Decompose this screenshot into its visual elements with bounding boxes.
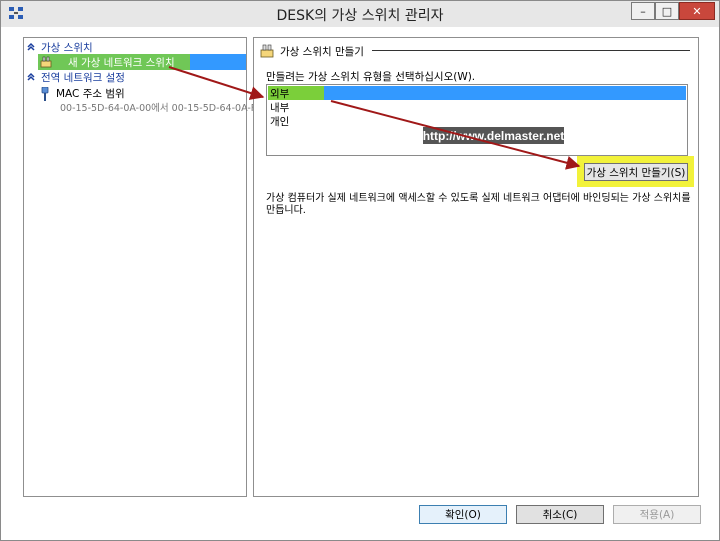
tree-item-new-virtual-switch[interactable]: 새 가상 네트워크 스위치	[38, 54, 246, 70]
option-label: 내부	[270, 101, 290, 114]
section-global-network-settings[interactable]: 전역 네트워크 설정	[26, 70, 125, 84]
navigation-tree[interactable]: 가상 스위치 새 가상 네트워크 스위치 전역 네트워크 설정 MAC 주소 범…	[23, 37, 262, 497]
maximize-button[interactable]: □	[655, 2, 679, 20]
section-label: 가상 스위치	[41, 41, 93, 54]
virtual-switch-manager-window: DESK의 가상 스위치 관리자 – □ ✕ 가상 스위치 새 가상 네트워크 …	[0, 0, 720, 541]
group-title: 가상 스위치 만들기	[280, 45, 364, 58]
ok-button[interactable]: 확인(O)	[419, 505, 507, 524]
chevron-up-icon	[27, 42, 35, 51]
network-switch-icon	[40, 56, 52, 68]
close-button[interactable]: ✕	[679, 2, 715, 20]
mac-address-range-value: 00-15-5D-64-0A-00에서 00-15-5D-64-0A-FF	[60, 103, 262, 114]
watermark: http://www.delmaster.net	[422, 127, 565, 144]
group-divider	[372, 50, 690, 51]
window-title: DESK의 가상 스위치 관리자	[276, 8, 444, 24]
chevron-up-icon	[27, 72, 35, 81]
switch-type-option-internal[interactable]: 내부	[268, 100, 686, 114]
option-label: 외부	[270, 87, 290, 100]
switch-type-listbox[interactable]: 외부 내부 개인	[266, 84, 688, 156]
cancel-button[interactable]: 취소(C)	[516, 505, 604, 524]
network-plug-icon	[41, 86, 49, 101]
option-label: 개인	[270, 115, 290, 128]
switch-type-option-private[interactable]: 개인	[268, 114, 686, 128]
tree-item-label: MAC 주소 범위	[56, 88, 125, 100]
switch-type-option-external[interactable]: 외부	[268, 86, 686, 100]
minimize-icon: –	[640, 4, 646, 18]
switch-type-prompt: 만들려는 가상 스위치 유형을 선택하십시오(W).	[266, 71, 476, 83]
network-switch-icon	[260, 44, 274, 58]
minimize-button[interactable]: –	[631, 2, 655, 20]
close-icon: ✕	[692, 4, 702, 18]
detail-pane: 가상 스위치 만들기 만들려는 가상 스위치 유형을 선택하십시오(W). 외부…	[253, 37, 699, 497]
switch-type-description: 가상 컴퓨터가 실제 네트워크에 액세스할 수 있도록 실제 네트워크 어댑터에…	[266, 193, 691, 216]
section-label: 전역 네트워크 설정	[41, 71, 125, 84]
maximize-icon: □	[661, 4, 673, 18]
apply-button: 적용(A)	[613, 505, 701, 524]
group-header: 가상 스위치 만들기	[260, 44, 364, 58]
create-virtual-switch-button[interactable]: 가상 스위치 만들기(S)	[584, 163, 688, 181]
tree-item-mac-address-range[interactable]: MAC 주소 범위	[40, 86, 125, 101]
section-virtual-switches[interactable]: 가상 스위치	[26, 40, 93, 54]
title-bar[interactable]: DESK의 가상 스위치 관리자 – □ ✕	[1, 1, 719, 27]
tree-item-label: 새 가상 네트워크 스위치	[68, 56, 175, 69]
